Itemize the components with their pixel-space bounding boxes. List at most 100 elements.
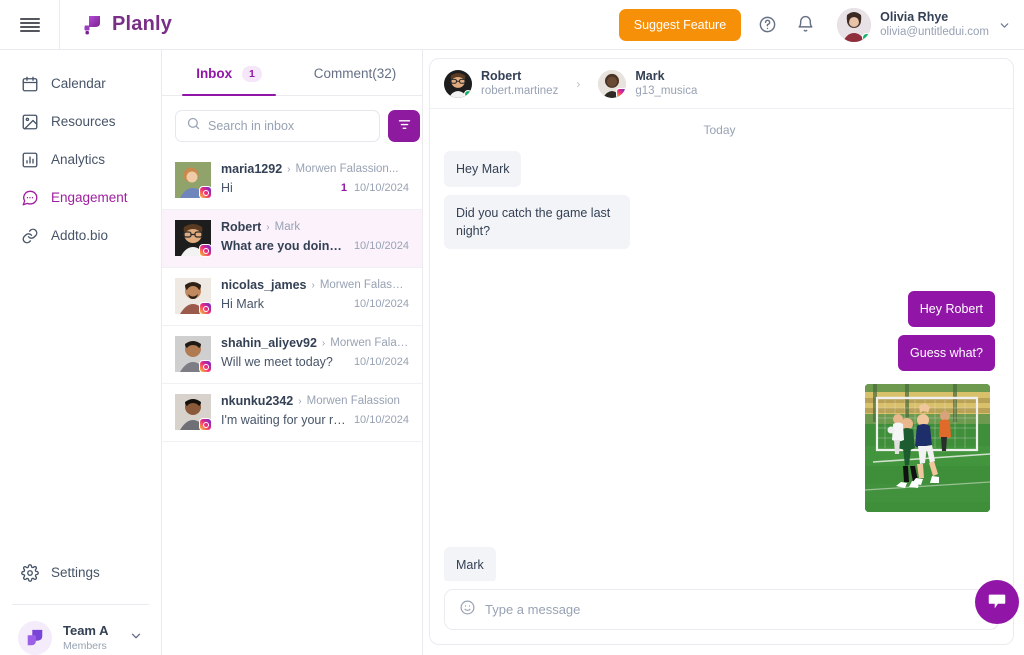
menu-toggle-button[interactable] [0, 0, 60, 50]
tab-comment[interactable]: Comment(32) [292, 50, 418, 95]
link-icon [20, 226, 39, 245]
chat-to-name: Mark [635, 69, 665, 83]
conversation-unread-count: 1 [340, 182, 347, 194]
top-bar: Planly Suggest Feature Olivia Rhye olivi… [0, 0, 1024, 50]
message-thread: Today Hey Mark Did you catch the game la… [430, 109, 1013, 582]
inbox-panel: Inbox 1 Comment(32) Search in inbox mari… [162, 50, 423, 655]
chat-widget-button[interactable] [975, 580, 1019, 624]
tab-inbox[interactable]: Inbox 1 [166, 50, 292, 96]
sidebar-item-label: Addto.bio [51, 228, 109, 243]
conversation-content: nicolas_james › Morwen Falassion Hi Mark… [221, 278, 409, 314]
suggest-feature-button[interactable]: Suggest Feature [618, 8, 742, 41]
conversation-preview: Hi [221, 181, 233, 195]
message-bubble-outgoing: Hey Robert [907, 291, 995, 327]
conversation-target: Morwen Falassion [306, 395, 400, 407]
conversation-list: maria1292 › Morwen Falassion... Hi 1 10/… [162, 152, 422, 655]
chat-from-name: Robert [481, 69, 522, 83]
conversation-preview: Will we meet today? [221, 355, 333, 369]
sidebar-item-analytics[interactable]: Analytics [10, 142, 151, 177]
instagram-badge-icon [199, 360, 212, 373]
conversation-preview: Hi Mark [221, 297, 265, 311]
conversation-header: nicolas_james › Morwen Falassion [221, 278, 409, 292]
avatar [837, 7, 872, 42]
chevron-right-icon: › [298, 395, 302, 407]
main-body: Calendar Resources Analytics Engagement … [0, 50, 1024, 655]
message-row: Hey Robert [444, 291, 995, 327]
message-bubble-outgoing: Guess what? [898, 335, 995, 371]
search-box[interactable] [175, 110, 380, 142]
conversation-header: nkunku2342 › Morwen Falassion [221, 394, 409, 408]
avatar [175, 394, 212, 431]
conversation-date: 10/10/2024 [353, 182, 409, 194]
chevron-down-icon[interactable] [998, 19, 1010, 31]
tab-comment-label: Comment(32) [313, 66, 397, 81]
chevron-right-icon: › [287, 163, 291, 175]
conversation-user: nkunku2342 [221, 394, 294, 408]
conversation-header: maria1292 › Morwen Falassion... [221, 162, 409, 176]
chat-header: Robert robert.martinez › Mark g13_musica [430, 59, 1013, 109]
sidebar-item-label: Engagement [51, 190, 128, 205]
conversation-preview-row: What are you doing? To make 10/10/2024 [221, 239, 409, 253]
sidebar-item-resources[interactable]: Resources [10, 104, 151, 139]
conversation-preview: I'm waiting for your response [221, 413, 347, 427]
inbox-unread-badge: 1 [241, 66, 262, 82]
conversation-content: maria1292 › Morwen Falassion... Hi 1 10/… [221, 162, 409, 198]
instagram-badge-icon [199, 186, 212, 199]
chat-participant-from[interactable]: Robert robert.martinez [444, 69, 558, 98]
chat-participant-to[interactable]: Mark g13_musica [598, 69, 697, 98]
conversation-item[interactable]: maria1292 › Morwen Falassion... Hi 1 10/… [162, 152, 422, 210]
avatar [598, 69, 627, 98]
conversation-item[interactable]: shahin_aliyev92 › Morwen Falassion Will … [162, 326, 422, 384]
chevron-down-icon[interactable] [129, 629, 143, 648]
message-row: Did you catch the game last night? [444, 195, 995, 249]
filter-button[interactable] [388, 110, 420, 142]
message-composer[interactable] [444, 589, 999, 630]
brand-logo[interactable]: Planly [60, 0, 222, 50]
sidebar-nav: Calendar Resources Analytics Engagement … [0, 66, 161, 253]
smiley-icon[interactable] [459, 599, 476, 621]
team-name: Team A [63, 623, 109, 638]
instagram-badge-icon [199, 302, 212, 315]
conversation-date: 10/10/2024 [353, 356, 409, 368]
message-bubble-image[interactable] [860, 379, 995, 517]
chat-from-handle: robert.martinez [481, 85, 559, 97]
conversation-content: Robert › Mark What are you doing? To mak… [221, 220, 409, 256]
conversation-target: Morwen Falassion [330, 337, 409, 349]
conversation-item[interactable]: nicolas_james › Morwen Falassion Hi Mark… [162, 268, 422, 326]
user-menu[interactable]: Olivia Rhye olivia@untitledui.com [831, 7, 1010, 42]
sidebar-item-label: Resources [51, 114, 116, 129]
bell-icon[interactable] [793, 13, 817, 37]
sidebar-item-label: Analytics [51, 152, 106, 167]
team-switcher[interactable]: Team A Members [0, 605, 161, 655]
sidebar-settings-group: Settings [0, 555, 161, 604]
sidebar-item-settings[interactable]: Settings [10, 555, 151, 590]
team-logo-icon [18, 621, 52, 655]
user-name: Olivia Rhye [880, 9, 949, 24]
message-row: Guess what? [444, 335, 995, 371]
conversation-item[interactable]: nkunku2342 › Morwen Falassion I'm waitin… [162, 384, 422, 442]
message-row [444, 379, 995, 517]
sidebar-item-label: Calendar [51, 76, 106, 91]
conversation-preview: What are you doing? To make [221, 239, 347, 253]
avatar [175, 220, 212, 257]
message-row: Mark [444, 547, 995, 582]
sidebar-item-engagement[interactable]: Engagement [10, 180, 151, 215]
filter-icon [397, 117, 412, 135]
thread-gap [444, 525, 995, 547]
sidebar-item-addtobio[interactable]: Addto.bio [10, 218, 151, 253]
conversation-header: Robert › Mark [221, 220, 409, 234]
chat-bubble-icon [986, 590, 1008, 615]
user-text: Olivia Rhye olivia@untitledui.com [880, 10, 989, 40]
conversation-preview-row: Hi Mark 10/10/2024 [221, 297, 409, 311]
avatar [444, 69, 472, 98]
tab-inbox-label: Inbox [196, 66, 233, 81]
top-bar-actions: Suggest Feature Olivia Rhye olivia@untit… [618, 7, 1024, 42]
conversation-item[interactable]: Robert › Mark What are you doing? To mak… [162, 210, 422, 268]
sidebar-item-calendar[interactable]: Calendar [10, 66, 151, 101]
help-circle-icon[interactable] [755, 13, 779, 37]
message-bubble-incoming: Mark [444, 547, 496, 582]
message-input[interactable] [485, 602, 984, 618]
search-input[interactable] [208, 119, 369, 133]
chevron-right-icon: › [311, 279, 315, 291]
soccer-match-photo[interactable] [865, 384, 990, 512]
